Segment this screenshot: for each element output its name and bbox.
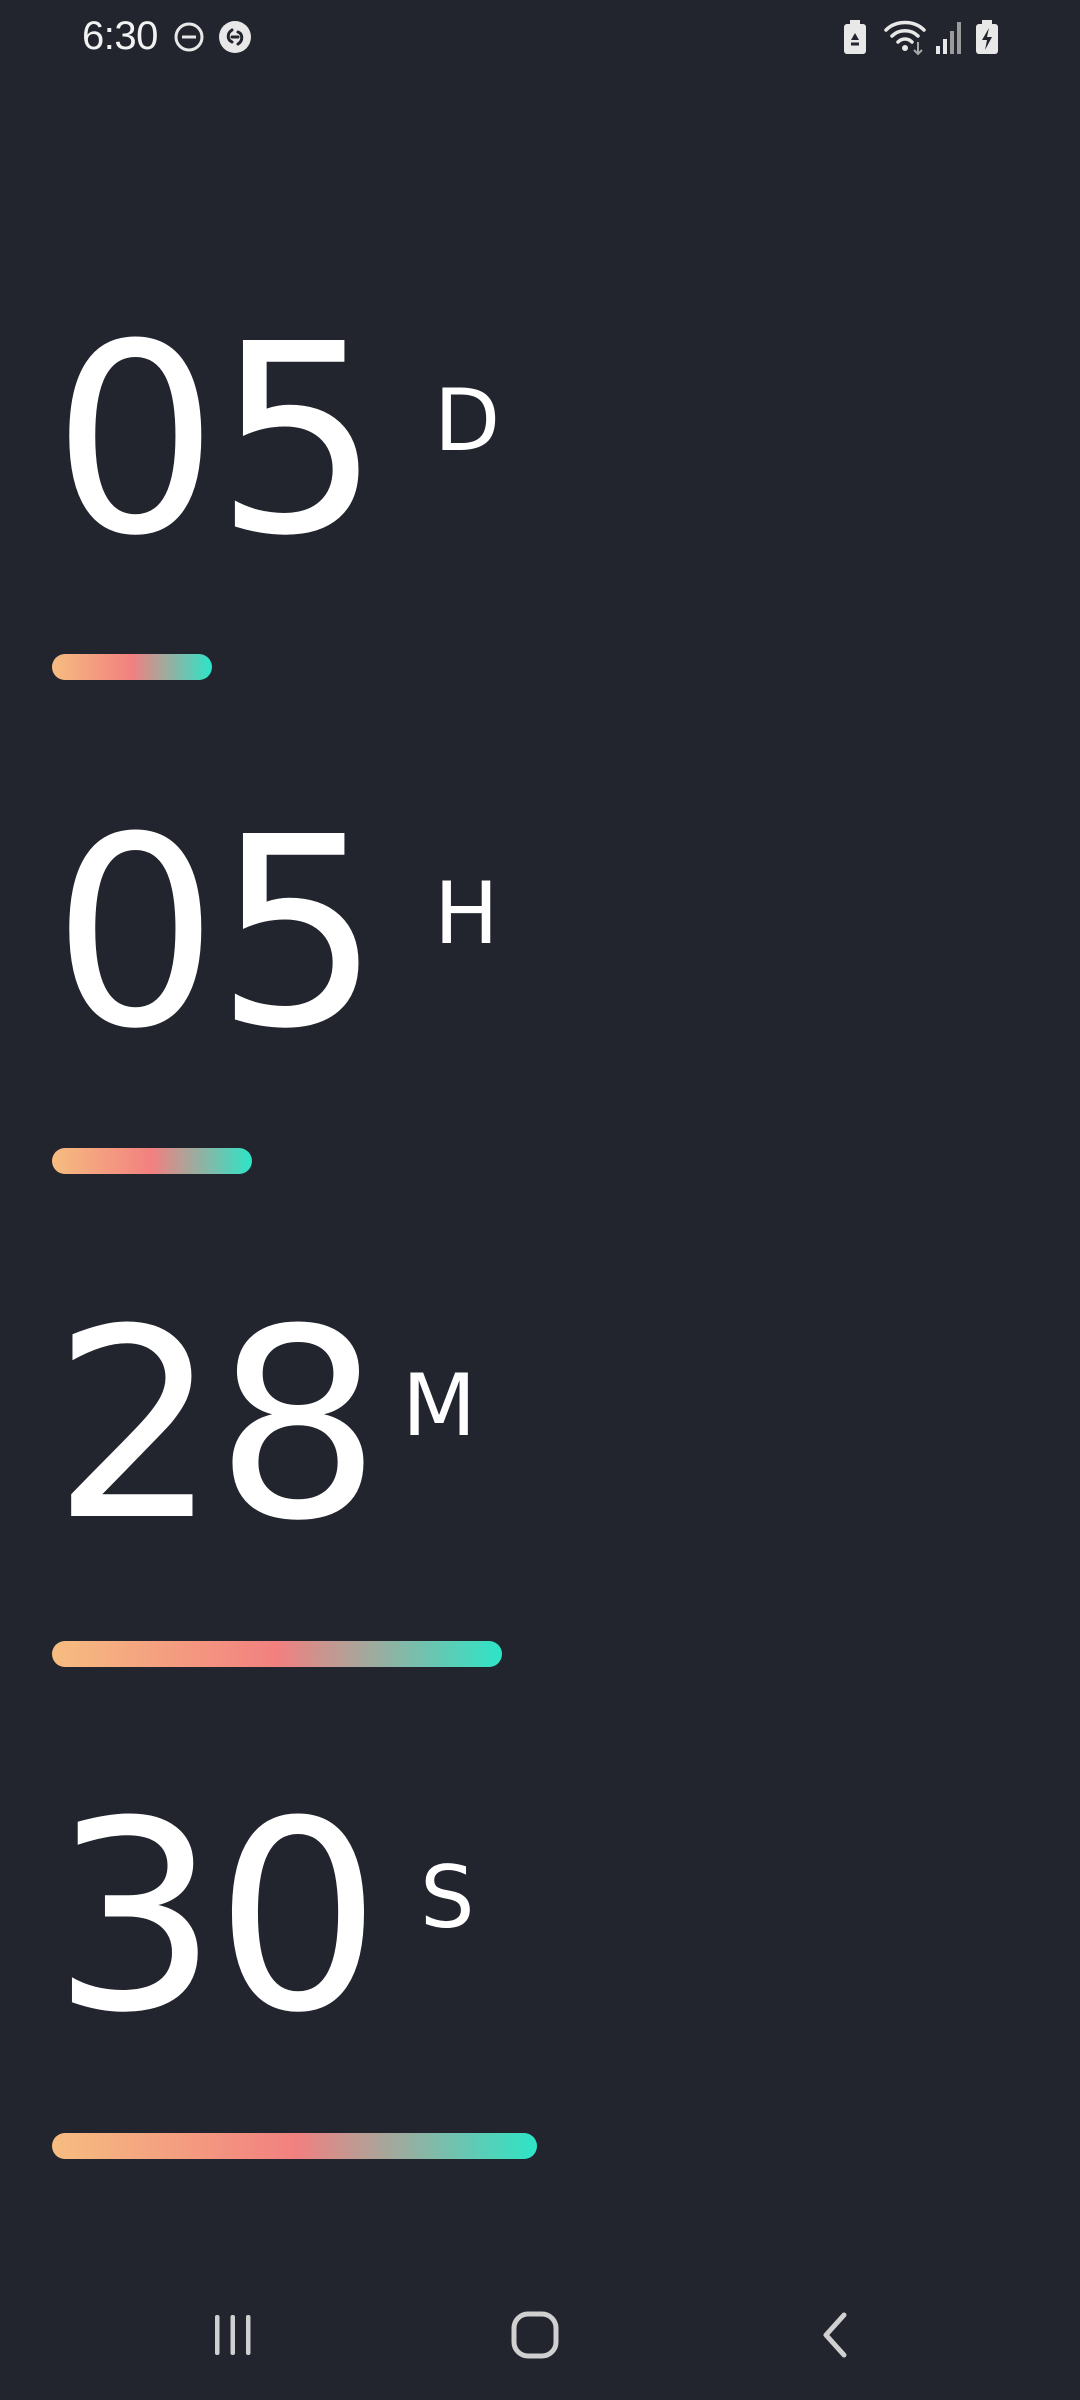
hours-value: 05 (52, 781, 381, 1086)
home-button[interactable] (475, 2270, 595, 2400)
back-icon (823, 2312, 847, 2358)
wifi-icon (884, 20, 926, 56)
status-time: 6:30 (82, 14, 158, 58)
shazam-icon (219, 21, 251, 53)
minutes-progress (52, 1641, 502, 1667)
seconds-unit: S (420, 1848, 475, 1948)
hours-progress-fill (52, 1148, 252, 1174)
countdown-days: 05 D (0, 300, 1080, 700)
hours-unit: H (434, 864, 499, 964)
recent-apps-button[interactable] (173, 2270, 293, 2400)
countdown-screen: 6:30 05 D 05 H 28 M 30 S (0, 0, 1080, 2400)
days-progress (52, 654, 212, 680)
seconds-value: 30 (52, 1765, 381, 2070)
signal-icon (936, 22, 961, 54)
days-value: 05 (52, 288, 381, 593)
recent-apps-icon (215, 2315, 251, 2355)
battery-saver-icon (844, 20, 866, 54)
minutes-value: 28 (52, 1273, 381, 1578)
hours-progress (52, 1148, 252, 1174)
seconds-progress (52, 2133, 537, 2159)
countdown-minutes: 28 M (0, 1285, 1080, 1685)
do-not-disturb-icon (174, 22, 204, 52)
minutes-progress-fill (52, 1641, 502, 1667)
countdown-hours: 05 H (0, 793, 1080, 1193)
back-button[interactable] (778, 2270, 898, 2400)
countdown-seconds: 30 S (0, 1777, 1080, 2177)
minutes-unit: M (402, 1356, 477, 1456)
seconds-progress-fill (52, 2133, 537, 2159)
battery-charging-icon (976, 20, 998, 54)
home-icon (511, 2311, 559, 2359)
days-progress-fill (52, 654, 212, 680)
status-bar: 6:30 (0, 0, 1080, 76)
days-unit: D (434, 371, 501, 471)
navigation-bar (0, 2270, 1080, 2400)
